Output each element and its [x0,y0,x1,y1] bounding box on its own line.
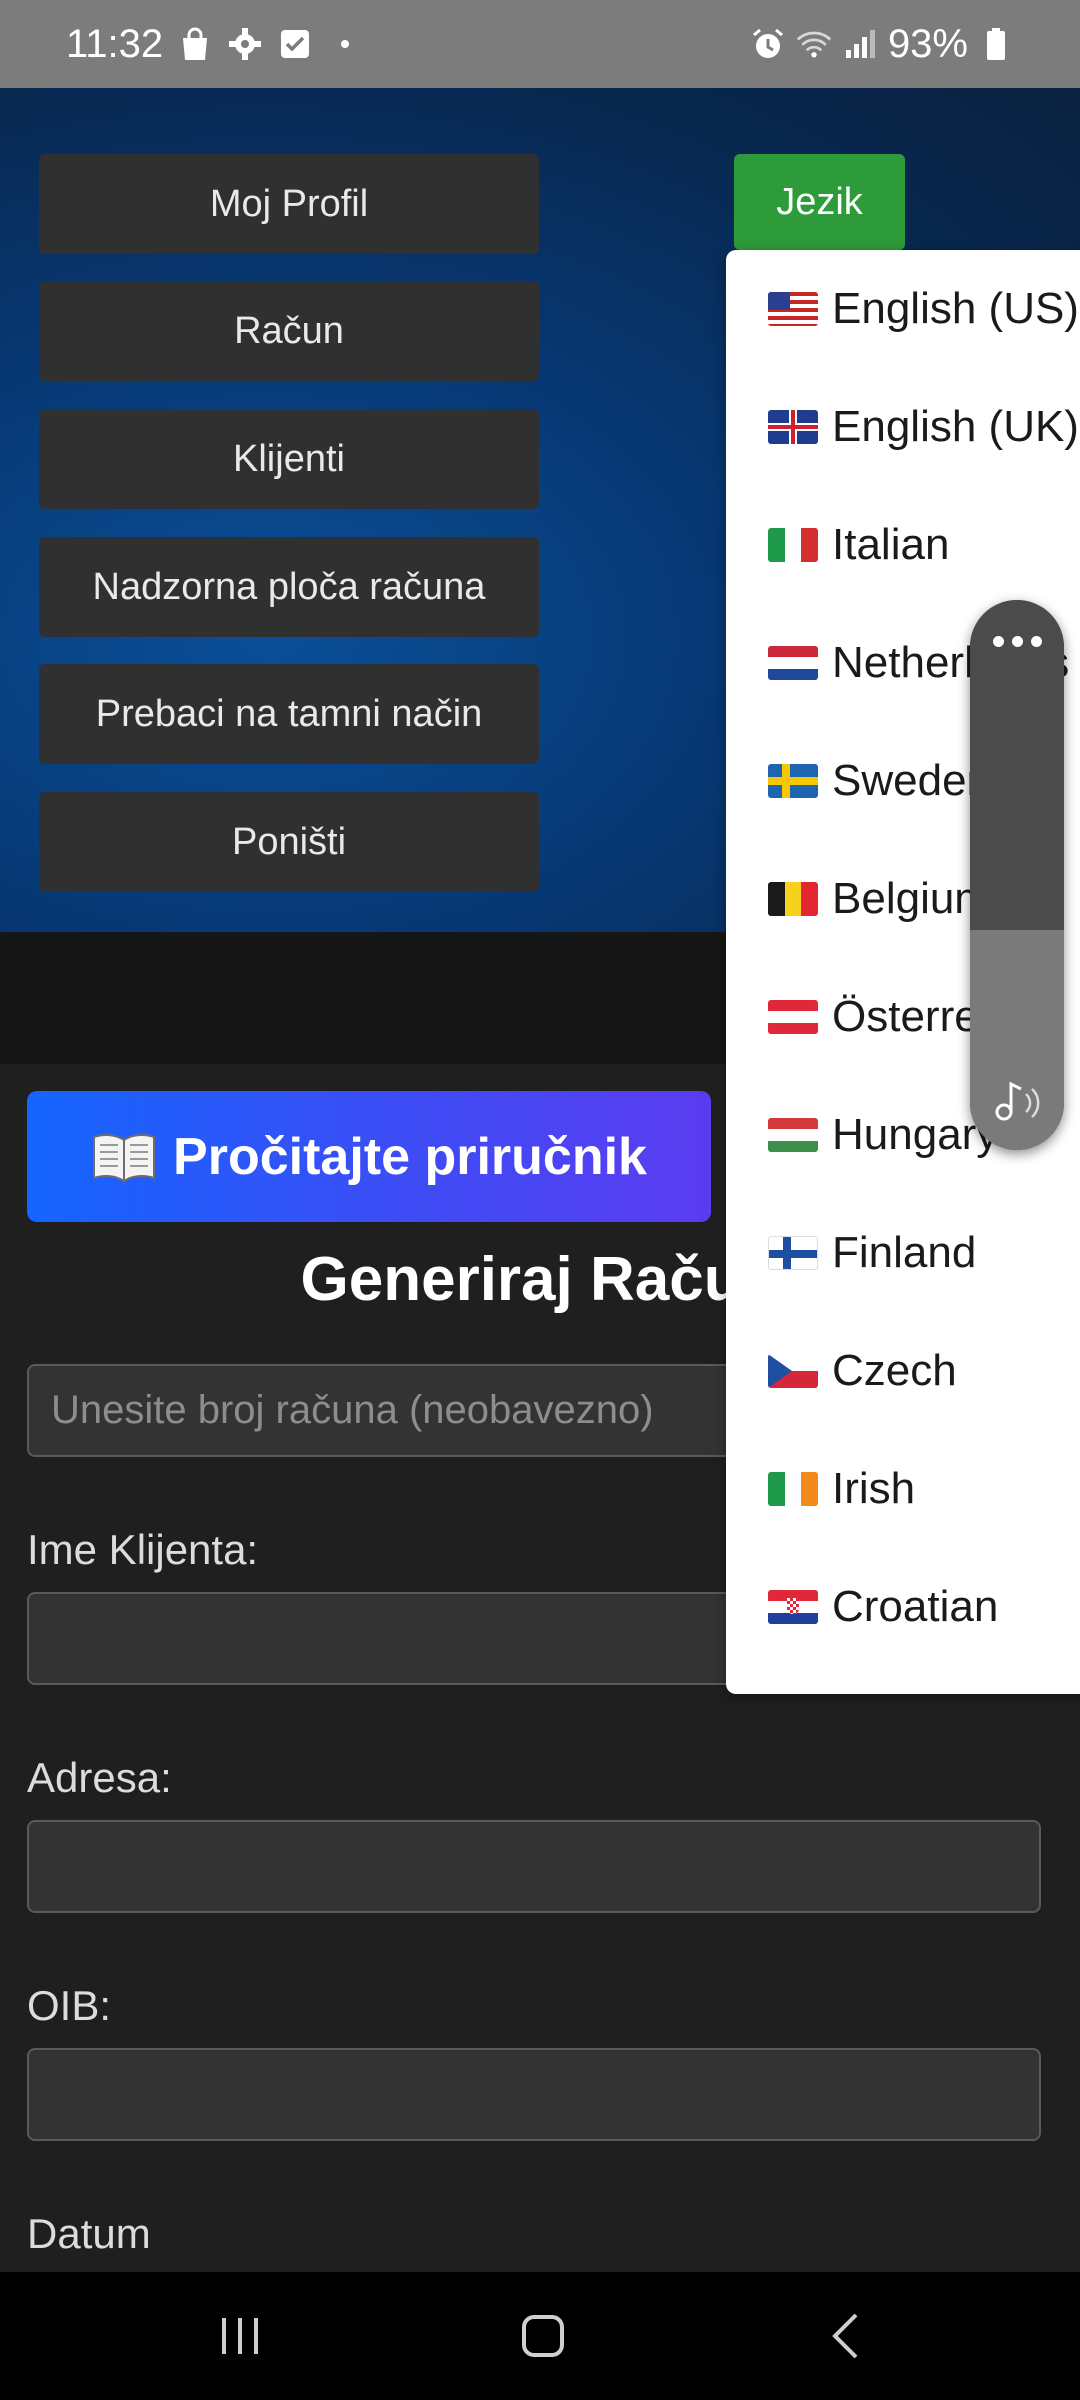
language-option-croatian[interactable]: Croatian [768,1548,1080,1666]
czech-flag [768,1354,818,1388]
date-label: Datum [27,2210,151,2257]
battery-icon [978,24,1014,64]
netherlands-flag [768,646,818,680]
more-dots-icon[interactable] [993,636,1042,647]
sweden-flag [768,764,818,798]
address-input[interactable] [27,1820,1041,1913]
language-option-label: English (US) [832,284,1079,333]
home-icon[interactable] [521,2314,565,2358]
nav-my-profile-button[interactable]: Moj Profil [39,154,539,254]
finland-flag [768,1236,818,1270]
volume-panel[interactable] [970,600,1064,1150]
language-option-en-uk[interactable]: English (UK) [768,368,1080,486]
language-option-finland[interactable]: Finland [768,1194,1080,1312]
language-option-en-us[interactable]: English (US) [768,250,1080,368]
language-option-czech[interactable]: Czech [768,1312,1080,1430]
read-manual-label: Pročitajte priručnik [173,1127,647,1186]
alarm-icon [750,24,786,64]
language-option-italian[interactable]: Italian [768,486,1080,604]
recent-apps-icon[interactable] [218,2316,262,2356]
hungary-flag [768,1118,818,1152]
language-option-label: Croatian [832,1582,999,1631]
music-note-icon [995,1081,1040,1121]
nav-invoice-button[interactable]: Račun [39,281,539,381]
back-icon[interactable] [830,2312,860,2360]
italy-flag [768,528,818,562]
belgium-flag [768,882,818,916]
nav-dashboard-button[interactable]: Nadzorna ploča računa [39,537,539,637]
language-button[interactable]: Jezik [734,154,905,250]
dot-icon [341,40,350,48]
oib-label: OIB: [27,1982,112,2029]
signal-icon [842,24,878,64]
language-option-label: Finland [832,1228,977,1277]
language-option-label: Italian [832,520,950,569]
address-label: Adresa: [27,1754,172,1801]
open-book-icon [93,1133,156,1183]
language-option-label: Belgium [832,874,991,923]
language-option-label: English (UK) [832,402,1079,451]
austria-flag [768,1000,818,1034]
status-time: 11:32 [66,21,164,66]
language-option-label: Irish [832,1464,916,1513]
language-option-irish[interactable]: Irish [768,1430,1080,1548]
oib-input[interactable] [27,2048,1041,2141]
shopping-bag-icon [177,24,213,64]
read-manual-button[interactable]: Pročitajte priručnik [27,1091,711,1222]
system-nav-bar [0,2272,1080,2400]
language-option-label: Czech [832,1346,957,1395]
language-option-label: Sweden [832,756,992,805]
croatia-flag [768,1590,818,1624]
wifi-icon [796,24,832,64]
status-bar: 11:32 93% [0,0,1080,88]
volume-track [970,600,1064,930]
ireland-flag [768,1472,818,1506]
us-flag [768,292,818,326]
nav-clients-button[interactable]: Klijenti [39,409,539,509]
uk-flag [768,410,818,444]
nav-dark-mode-button[interactable]: Prebaci na tamni način [39,664,539,764]
checkbox-icon [277,24,313,64]
nav-reset-button[interactable]: Poništi [39,792,539,892]
battery-percent: 93% [887,21,968,66]
client-name-label: Ime Klijenta: [27,1526,259,1573]
gear-icon [227,24,263,64]
